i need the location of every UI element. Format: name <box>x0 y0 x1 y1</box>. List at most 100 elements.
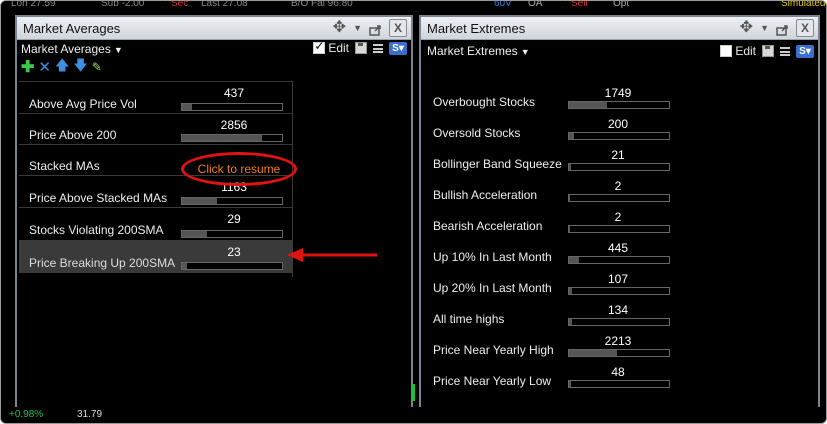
s-button-label: S <box>392 42 399 54</box>
move-icon[interactable]: ✥ <box>740 20 753 36</box>
row-bar-fill <box>569 319 572 325</box>
edit-checkbox[interactable] <box>720 45 733 57</box>
ticker-top-item: Last 27.08 <box>201 1 248 9</box>
row-bar-fill <box>569 102 607 108</box>
annotation-arrow <box>287 248 377 262</box>
s-button[interactable]: S▾ <box>796 44 814 58</box>
ticker-top-item: Opt <box>613 1 630 9</box>
market-extremes-row[interactable]: Up 10% In Last Month 445 <box>423 238 683 269</box>
move-up-icon[interactable]: 🡅 <box>55 55 69 79</box>
s-button[interactable]: S▾ <box>389 41 407 55</box>
row-label: Stocks Violating 200SMA <box>29 223 164 237</box>
move-icon[interactable]: ✥ <box>333 20 346 36</box>
action-toolbar: ✚ ✕ 🡅 🡇 ✎ <box>21 57 102 77</box>
row-bar <box>568 380 670 388</box>
row-label: All time highs <box>433 312 505 326</box>
market-extremes-row[interactable]: Bullish Acceleration 2 <box>423 176 683 207</box>
row-label: Up 10% In Last Month <box>433 250 552 264</box>
market-extremes-row[interactable]: Bearish Acceleration 2 <box>423 207 683 238</box>
delete-icon[interactable]: ✕ <box>38 58 51 76</box>
row-value: 2 <box>614 179 622 193</box>
ticker-top: Loh 27.59 Sub -2.00 Sec Last 27.08 B/O Fal 9… <box>1 1 826 13</box>
window-title: Market Extremes <box>427 21 526 36</box>
row-bar <box>181 230 283 238</box>
save-icon[interactable] <box>355 42 367 54</box>
ticker-top-item: Sub -2.00 <box>101 1 145 9</box>
market-extremes-row[interactable]: Overbought Stocks 1749 <box>423 83 683 114</box>
add-icon[interactable]: ✚ <box>21 57 34 77</box>
ticker-top-item: OA <box>528 1 543 9</box>
row-label: Price Above 200 <box>29 128 117 142</box>
row-bar <box>568 132 670 140</box>
row-bar <box>568 256 670 264</box>
row-bar <box>568 194 670 202</box>
row-bar-fill <box>182 231 207 237</box>
row-value: 107 <box>607 272 629 286</box>
s-button-label: S <box>799 45 806 57</box>
row-bar <box>568 225 670 233</box>
market-extremes-titlebar[interactable]: Market Extremes ✥ ▼ X <box>421 17 818 40</box>
ticker-top-item: Simulated B <box>781 1 826 9</box>
market-extremes-row[interactable]: Up 20% In Last Month 107 <box>423 269 683 300</box>
market-averages-titlebar[interactable]: Market Averages ✥ ▼ X <box>17 17 411 40</box>
close-icon[interactable]: X <box>389 19 407 37</box>
row-value: 29 <box>227 212 241 226</box>
click-to-resume-annotation[interactable]: Click to resume <box>181 152 297 186</box>
market-extremes-row[interactable]: Price Near Yearly Low 48 <box>423 362 683 393</box>
edit-toggle[interactable]: Edit <box>313 39 349 55</box>
edit-label: Edit <box>735 44 756 58</box>
row-label: Above Avg Price Vol <box>29 97 137 111</box>
menu-icon[interactable] <box>780 46 790 56</box>
edit-label: Edit <box>328 41 349 55</box>
edit-checkbox[interactable] <box>313 39 326 54</box>
save-icon[interactable] <box>762 45 774 57</box>
row-bar-fill <box>569 226 570 232</box>
menu-icon[interactable] <box>373 43 383 53</box>
row-value: 23 <box>227 245 241 259</box>
row-value: 2 <box>614 210 622 224</box>
row-value: 1749 <box>604 86 632 100</box>
row-value: 445 <box>607 241 629 255</box>
market-averages-row[interactable]: Price Breaking Up 200SMA 23 <box>19 241 292 273</box>
edit-notes-icon[interactable]: ✎ <box>92 60 102 74</box>
market-extremes-row[interactable]: All time highs 134 <box>423 300 683 331</box>
chevron-down-icon[interactable]: ▼ <box>760 23 769 33</box>
row-value: 2213 <box>604 334 632 348</box>
move-down-icon[interactable]: 🡇 <box>73 55 87 79</box>
market-extremes-row[interactable]: Bollinger Band Squeeze 21 <box>423 145 683 176</box>
market-extremes-list: Overbought Stocks 1749 Oversold Stocks 200 B… <box>423 81 683 396</box>
row-bar <box>181 197 283 205</box>
chevron-down-icon: ▼ <box>113 45 123 55</box>
popout-icon[interactable] <box>776 23 789 36</box>
ticker-bottom: +0.98% 31.79 <box>1 407 826 423</box>
popout-icon[interactable] <box>369 23 382 36</box>
market-extremes-row[interactable]: Price Near Yearly High 2213 <box>423 331 683 362</box>
row-bar <box>568 318 670 326</box>
market-averages-window: Market Averages ✥ ▼ X Market Averages▼ E… <box>15 15 413 409</box>
market-extremes-toolbar: Market Extremes ▼ Edit S▾ <box>421 39 818 59</box>
view-dropdown[interactable]: Market Averages ▼ <box>21 42 123 56</box>
close-icon[interactable]: X <box>796 19 814 37</box>
row-bar-fill <box>182 263 187 269</box>
view-dropdown[interactable]: Market Extremes ▼ <box>427 44 530 58</box>
row-label: Bearish Acceleration <box>433 219 543 233</box>
row-bar-fill <box>569 350 617 356</box>
row-bar <box>181 262 283 270</box>
market-averages-row[interactable]: Price Above 200 2856 <box>19 114 292 145</box>
view-dropdown-label: Market Averages <box>21 42 111 56</box>
row-bar-fill <box>182 104 192 110</box>
market-averages-row[interactable]: Stocks Violating 200SMA 29 <box>19 208 292 241</box>
ticker-top-item: Sec <box>171 1 189 9</box>
scroll-indicator[interactable] <box>412 384 415 401</box>
ticker-top-item: 60V <box>494 1 512 9</box>
row-bar <box>181 103 283 111</box>
market-extremes-row[interactable]: Oversold Stocks 200 <box>423 114 683 145</box>
chevron-down-icon[interactable]: ▼ <box>353 23 362 33</box>
ticker-top-item: Sell <box>571 1 588 9</box>
row-bar-fill <box>569 195 570 201</box>
market-averages-row[interactable]: Above Avg Price Vol 437 <box>19 82 292 114</box>
edit-toggle[interactable]: Edit <box>720 44 756 58</box>
row-label: Oversold Stocks <box>433 126 521 140</box>
row-bar-fill <box>569 164 571 170</box>
market-extremes-window: Market Extremes ✥ ▼ X Market Extremes ▼ E… <box>419 15 820 409</box>
